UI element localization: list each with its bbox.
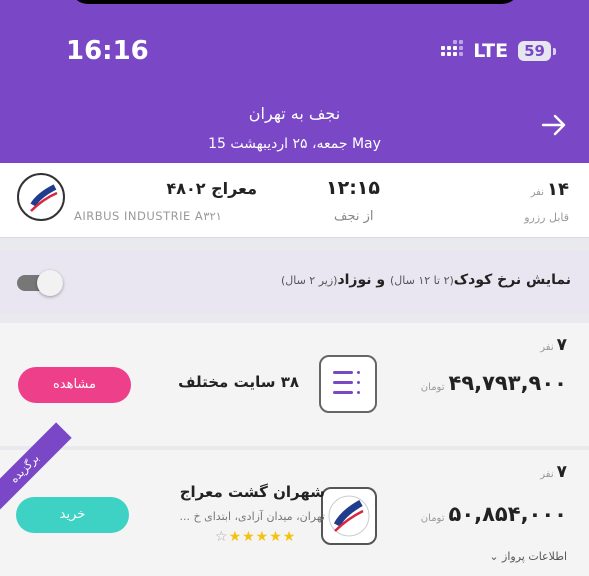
signal-icon <box>441 40 464 60</box>
offer-card: ۷نفر ۴۹,۷۹۳,۹۰۰تومان ۳۸ سایت مختلف مشاهد… <box>0 323 589 446</box>
airline-logo <box>17 173 65 221</box>
arrow-right-icon[interactable] <box>541 112 567 138</box>
agency-logo <box>321 487 377 545</box>
airline-name: معراج ۴۸۰۲ <box>166 179 257 198</box>
available-seats: ۱۴نفر <box>530 179 569 200</box>
flight-summary: معراج ۴۸۰۲ AIRBUS INDUSTRIE A۳۲۱ ۱۲:۱۵ ا… <box>0 163 589 238</box>
offer-seats: ۷نفر <box>540 462 567 482</box>
agency-address: تهران، میدان آزادی، ابتدای خ ... <box>179 510 325 523</box>
offer-title: ۳۸ سایت مختلف <box>178 373 299 391</box>
child-fare-toggle-row: نمایش نرخ کودک(۲ تا ۱۲ سال) و نوزاد(زیر … <box>0 251 589 314</box>
child-fare-label: نمایش نرخ کودک(۲ تا ۱۲ سال) و نوزاد(زیر … <box>280 272 571 288</box>
offer-price: ۴۹,۷۹۳,۹۰۰تومان <box>420 371 567 395</box>
app-screen: 16:16 LTE 59 نجف به تهران جمعه، ۲۵ اردیب… <box>0 0 589 576</box>
agency-name: شهران گشت معراج <box>179 483 325 501</box>
route-date: جمعه، ۲۵ اردیبهشت 15 May <box>208 136 381 152</box>
departure-time: ۱۲:۱۵ <box>326 177 380 199</box>
header-bar: 16:16 LTE 59 نجف به تهران جمعه، ۲۵ اردیب… <box>0 0 589 163</box>
view-button[interactable]: مشاهده <box>18 367 131 403</box>
route-title: نجف به تهران <box>248 104 341 123</box>
battery-icon: 59 <box>518 41 556 61</box>
status-time: 16:16 <box>66 36 149 66</box>
device-notch <box>70 0 520 4</box>
list-icon <box>319 355 377 413</box>
reservable-label: قابل رزرو <box>524 211 569 224</box>
departure-city: از نجف <box>334 209 374 224</box>
rating-stars: ☆★★★★★ <box>215 529 297 545</box>
offer-card-featured: برگزیده ۷نفر ۵۰,۸۵۴,۰۰۰تومان شهران گشت م… <box>0 422 589 576</box>
status-icons: LTE 59 <box>441 40 556 62</box>
child-fare-toggle[interactable] <box>17 270 63 296</box>
offer-price: ۵۰,۸۵۴,۰۰۰تومان <box>420 502 567 526</box>
network-type: LTE <box>473 40 509 62</box>
offer-seats: ۷نفر <box>540 335 567 355</box>
buy-button[interactable]: خرید <box>16 497 129 533</box>
flight-info-toggle[interactable]: اطلاعات پرواز ⌄ <box>489 550 567 563</box>
aircraft-model: AIRBUS INDUSTRIE A۳۲۱ <box>74 209 222 223</box>
